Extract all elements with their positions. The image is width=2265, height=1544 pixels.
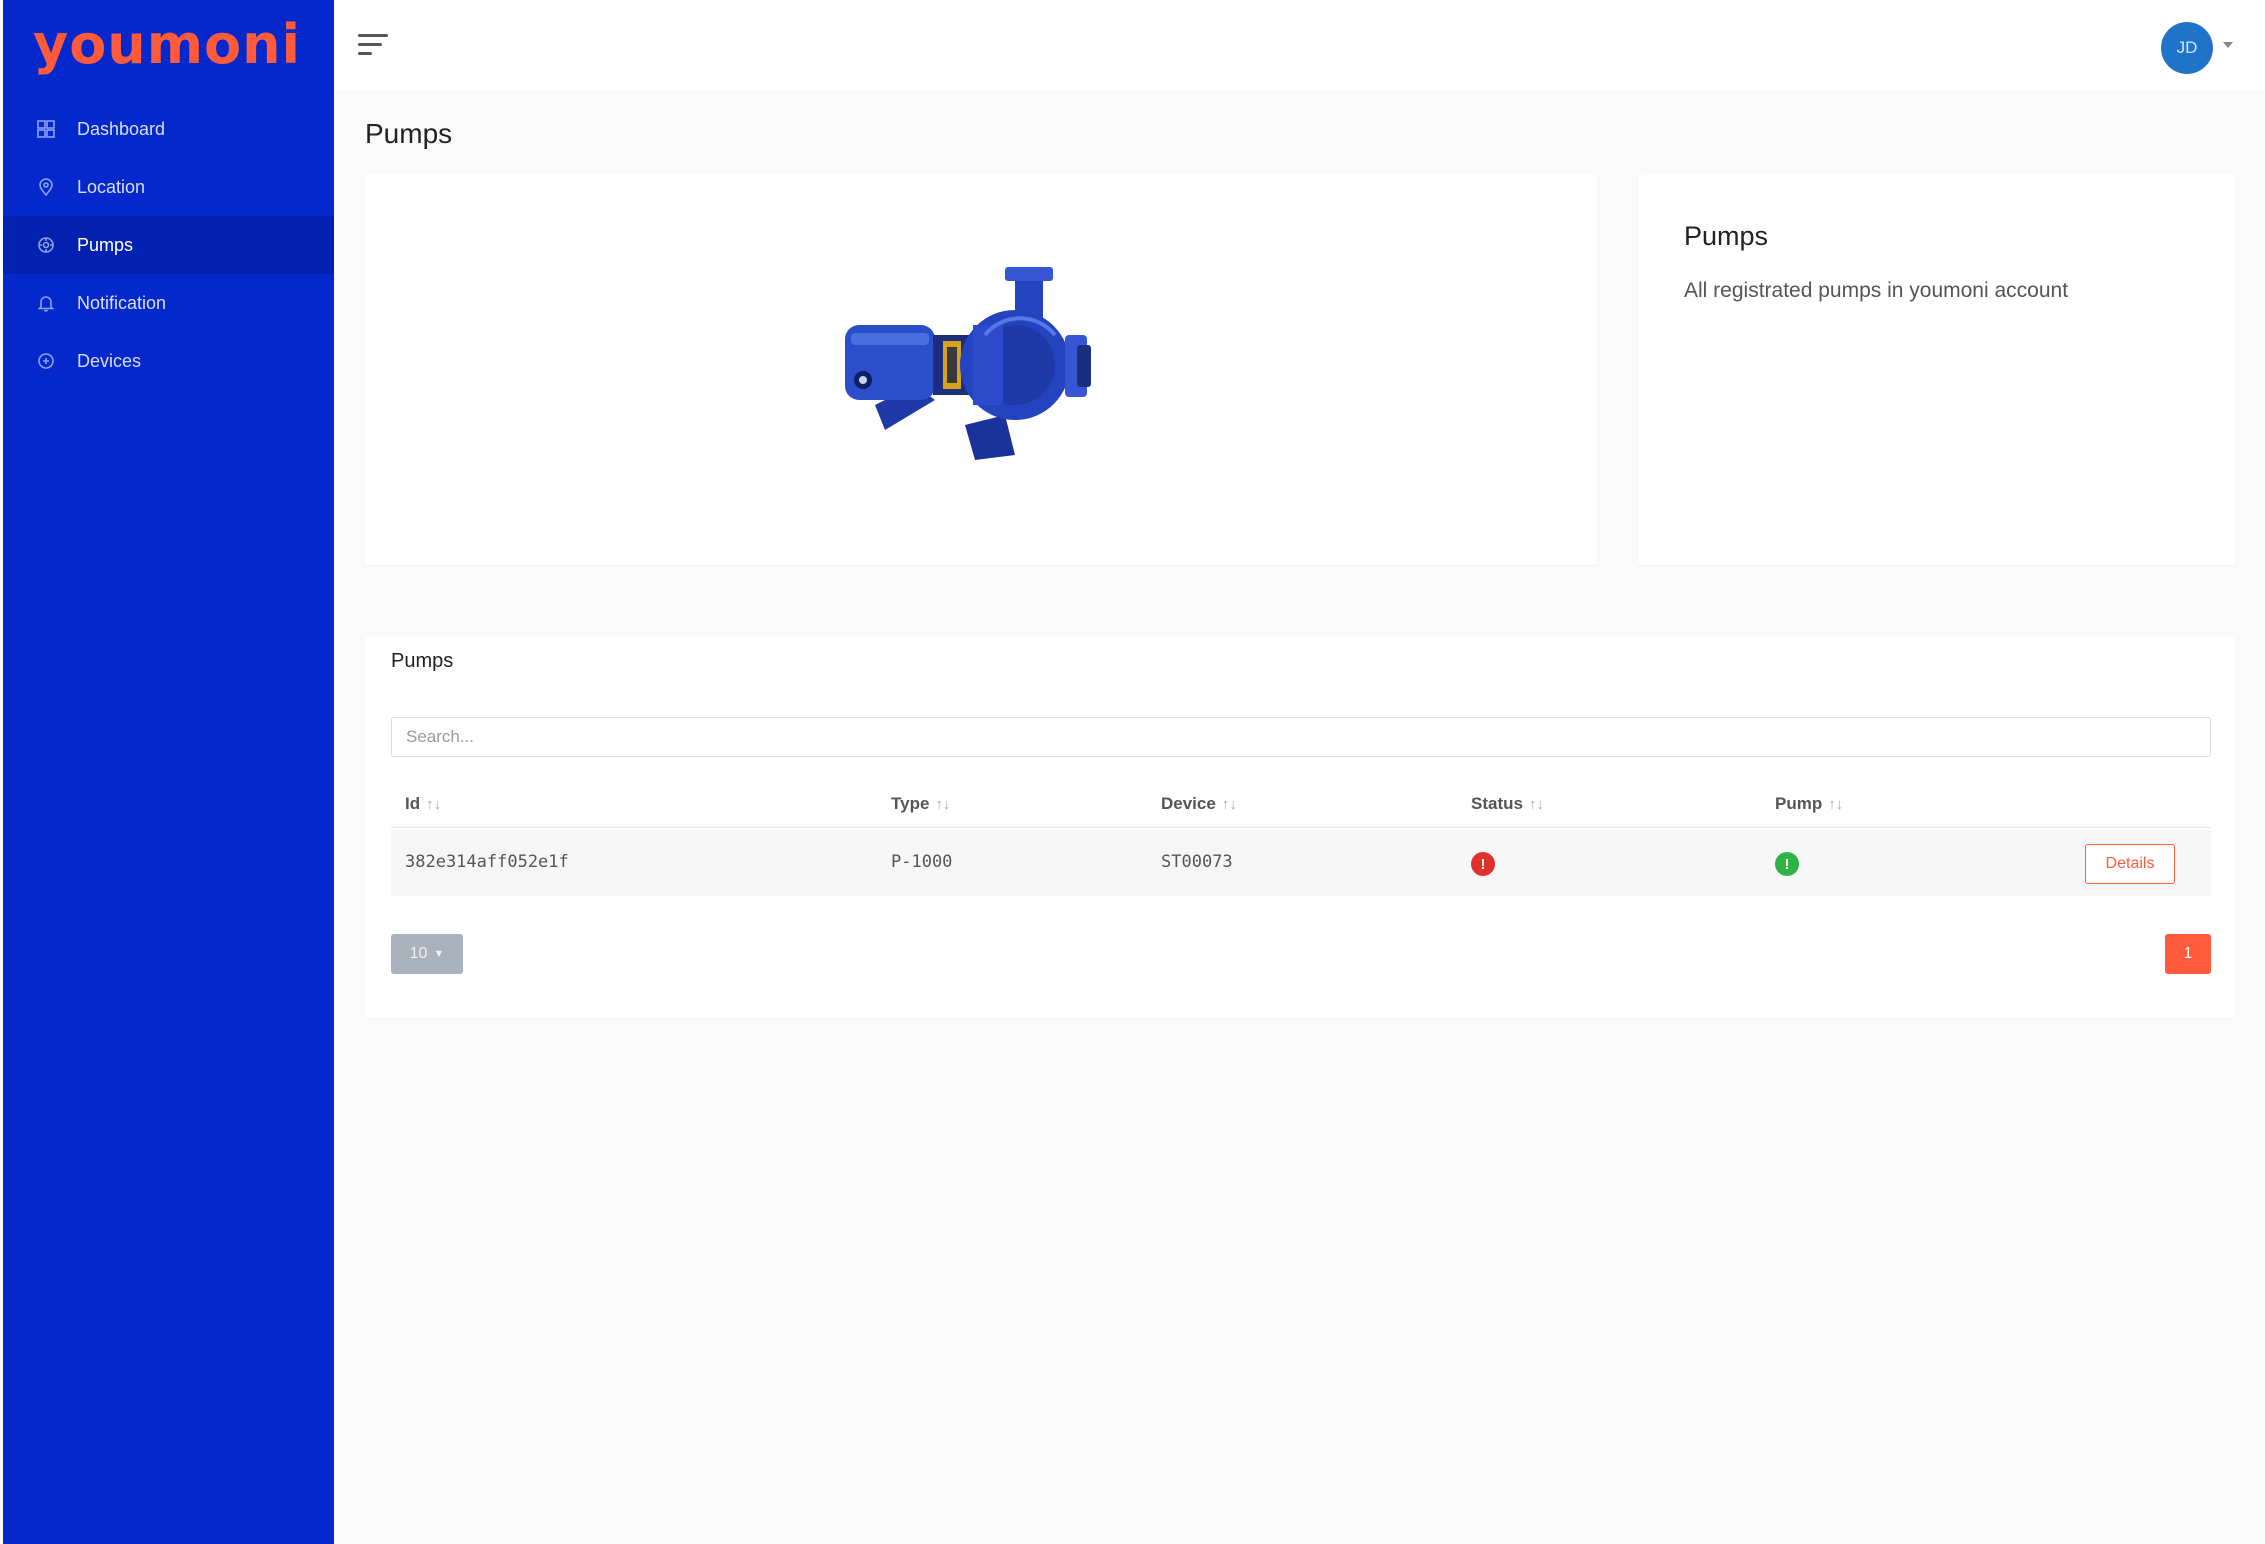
column-header-label: Status: [1471, 794, 1523, 813]
sort-icon: ↑↓: [426, 796, 442, 813]
sidebar-item-notification[interactable]: Notification: [3, 274, 334, 332]
page-size-select[interactable]: 10 ▼: [391, 934, 463, 974]
pump-icon: [33, 232, 59, 258]
sort-icon: ↑↓: [935, 796, 951, 813]
column-header-pump[interactable]: Pump ↑↓: [1775, 794, 1843, 814]
chevron-down-icon[interactable]: [2223, 42, 2233, 48]
sidebar-item-label: Devices: [77, 350, 142, 371]
sort-icon: ↑↓: [1221, 796, 1237, 813]
sidebar-item-label: Notification: [77, 292, 167, 313]
avatar[interactable]: JD: [2161, 22, 2213, 74]
pump-image-card: [365, 175, 1597, 565]
location-pin-icon: [33, 174, 59, 200]
pump-image: [845, 267, 1091, 460]
sidebar-item-label: Pumps: [77, 234, 134, 255]
status-error-icon: !: [1471, 852, 1495, 876]
sidebar: youmoni Dashboard Location Pumps Notific…: [0, 0, 334, 1544]
app-root: youmoni Dashboard Location Pumps Notific…: [0, 0, 2265, 1544]
column-header-device[interactable]: Device ↑↓: [1161, 794, 1237, 814]
youmoni-logo[interactable]: youmoni: [33, 14, 301, 76]
column-header-label: Pump: [1775, 794, 1823, 813]
info-card-description: All registrated pumps in youmoni account: [1684, 279, 2069, 302]
table-card-title: Pumps: [391, 650, 454, 672]
hamburger-icon[interactable]: [358, 34, 390, 60]
top-bar: JD: [334, 0, 2265, 90]
dashboard-icon: [33, 116, 59, 142]
page-title: Pumps: [365, 118, 453, 149]
column-header-type[interactable]: Type ↑↓: [891, 794, 950, 814]
details-button[interactable]: Details: [2085, 844, 2175, 884]
table-header: Id ↑↓ Type ↑↓ Device ↑↓ Status ↑↓ Pump ↑↓: [391, 784, 2211, 828]
sidebar-item-devices[interactable]: Devices: [3, 332, 334, 390]
sort-icon: ↑↓: [1828, 796, 1844, 813]
pagination-page-button[interactable]: 1: [2165, 934, 2211, 974]
column-header-status[interactable]: Status ↑↓: [1471, 794, 1544, 814]
sidebar-item-label: Location: [77, 176, 146, 197]
device-icon: [33, 348, 59, 374]
sort-icon: ↑↓: [1528, 796, 1544, 813]
sidebar-nav: Dashboard Location Pumps Notification De…: [3, 100, 334, 390]
sidebar-item-dashboard[interactable]: Dashboard: [3, 100, 334, 158]
pump-ok-icon: !: [1775, 852, 1799, 876]
sidebar-item-pumps[interactable]: Pumps: [3, 216, 334, 274]
cell-id: 382e314aff052e1f: [405, 852, 569, 872]
pumps-info-card: Pumps All registrated pumps in youmoni a…: [1638, 175, 2235, 565]
cell-type: P-1000: [891, 852, 953, 872]
column-header-label: Type: [891, 794, 930, 813]
column-header-id[interactable]: Id ↑↓: [405, 794, 441, 814]
chevron-down-icon: ▼: [433, 948, 445, 960]
info-card-title: Pumps: [1684, 221, 1769, 251]
sidebar-item-location[interactable]: Location: [3, 158, 334, 216]
sidebar-item-label: Dashboard: [77, 118, 166, 139]
table-row: 382e314aff052e1f P-1000 ST00073 ! ! Deta…: [391, 830, 2211, 896]
page-size-value: 10: [409, 945, 428, 962]
pumps-table-card: Pumps Id ↑↓ Type ↑↓ Device ↑↓ Status ↑↓ Pump…: [365, 636, 2235, 1018]
column-header-label: Device: [1161, 794, 1216, 813]
cell-device: ST00073: [1161, 852, 1233, 872]
bell-icon: [33, 290, 59, 316]
column-header-label: Id: [405, 794, 421, 813]
search-input[interactable]: [391, 717, 2211, 757]
